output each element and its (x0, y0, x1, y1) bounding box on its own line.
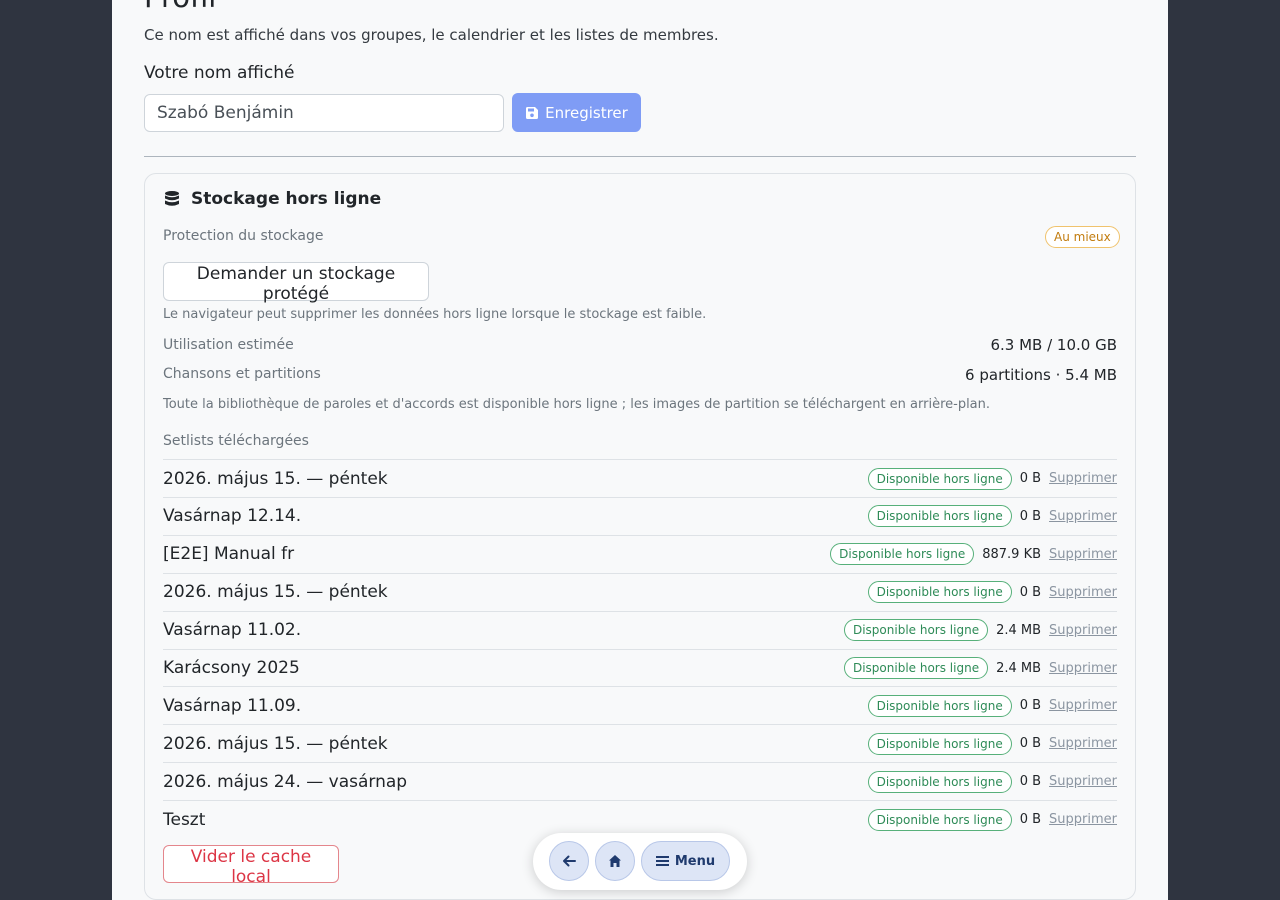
offline-status-badge: Disponible hors ligne (867, 770, 1012, 793)
storage-protection-badge: Au mieux (1045, 226, 1120, 248)
setlist-name: Vasárnap 11.02. (163, 620, 302, 641)
delete-setlist-link[interactable]: Supprimer (1049, 812, 1117, 827)
save-button-label: Enregistrer (545, 103, 628, 122)
songs-label: Chansons et partitions (163, 366, 321, 382)
clear-local-cache-button[interactable]: Vider le cache local (163, 845, 339, 887)
setlist-name: Teszt (163, 809, 206, 830)
setlist-size: 887.9 KB (982, 546, 1042, 562)
setlist-name: 2026. május 15. — péntek (163, 468, 388, 489)
setlist-row: 2026. május 24. — vasárnap Disponible hor… (163, 762, 1117, 800)
menu-icon (655, 856, 669, 866)
setlist-row: Karácsony 2025 Disponible hors ligne 2.4 M… (163, 648, 1117, 687)
request-protected-storage-button[interactable]: Demander un stockage protégé (163, 262, 429, 304)
setlist-size: 0 B (1019, 736, 1042, 752)
setlist-size: 0 B (1019, 471, 1042, 486)
setlist-row: [E2E] Manual fr Disponible hors ligne 887.… (163, 534, 1117, 573)
setlist-name: Karácsony 2025 (163, 658, 300, 678)
library-note: Toute la bibliothèque de paroles et d'ac… (163, 397, 991, 412)
delete-setlist-link[interactable]: Supprimer (1049, 623, 1117, 638)
setlists-label: Setlists téléchargées (163, 433, 309, 449)
setlist-name: [E2E] Manual fr (163, 544, 295, 565)
setlist-size: 0 B (1019, 698, 1042, 714)
home-icon (609, 855, 621, 867)
page-subtitle: Ce nom est affiché dans vos groupes, le … (144, 26, 719, 44)
setlist-row: 2026. május 15. — péntek Disponible hors … (163, 724, 1117, 762)
setlist-row: Vasárnap 11.02. Disponible hors ligne 2.4 … (163, 610, 1117, 649)
setlist-row: 2026. május 15. — péntek Disponible hors … (163, 572, 1117, 611)
save-icon (526, 106, 539, 119)
usage-label: Utilisation estimée (163, 337, 294, 353)
offline-status-badge: Disponible hors ligne (867, 505, 1012, 528)
setlist-size: 0 B (1019, 584, 1042, 600)
database-icon (165, 191, 179, 206)
delete-setlist-link[interactable]: Supprimer (1049, 509, 1117, 524)
setlist-row: Vasárnap 11.09. Disponible hors ligne 0 B S… (163, 686, 1117, 724)
menu-button-label: Menu (674, 853, 716, 869)
setlist-name: 2026. május 15. — péntek (163, 582, 388, 603)
back-button[interactable] (549, 841, 589, 881)
offline-status-badge: Disponible hors ligne (843, 619, 989, 642)
offline-status-badge: Disponible hors ligne (867, 694, 1012, 717)
offline-status-badge: Disponible hors ligne (867, 732, 1012, 755)
setlist-name: 2026. május 24. — vasárnap (163, 771, 408, 792)
delete-setlist-link[interactable]: Supprimer (1049, 661, 1117, 676)
delete-setlist-link[interactable]: Supprimer (1049, 774, 1117, 789)
songs-value: 6 partitions · 5.4 MB (965, 366, 1117, 384)
delete-setlist-link[interactable]: Supprimer (1049, 547, 1117, 562)
home-button[interactable] (595, 841, 635, 881)
section-divider (144, 156, 1136, 157)
delete-setlist-link[interactable]: Supprimer (1049, 471, 1117, 486)
usage-value: 6.3 MB / 10.0 GB (990, 336, 1117, 354)
save-button[interactable]: Enregistrer (512, 93, 641, 132)
display-name-label: Votre nom affiché (144, 63, 295, 83)
setlist-size: 2.4 MB (996, 622, 1042, 638)
setlist-size: 0 B (1019, 508, 1042, 524)
storage-protection-note: Le navigateur peut supprimer les données… (163, 307, 707, 322)
offline-status-badge: Disponible hors ligne (867, 808, 1012, 831)
setlist-size: 0 B (1019, 812, 1042, 828)
setlist-name: Vasárnap 12.14. (163, 506, 302, 527)
page-title: Profil (144, 0, 216, 14)
delete-setlist-link[interactable]: Supprimer (1049, 585, 1117, 600)
offline-status-badge: Disponible hors ligne (867, 467, 1012, 490)
setlist-size: 0 B (1019, 774, 1042, 790)
delete-setlist-link[interactable]: Supprimer (1049, 736, 1117, 751)
bottom-dock: Menu (533, 833, 747, 890)
storage-protection-label: Protection du stockage (163, 228, 324, 244)
delete-setlist-link[interactable]: Supprimer (1049, 698, 1117, 713)
offline-storage-title: Stockage hors ligne (163, 189, 381, 209)
setlist-name: 2026. május 15. — péntek (163, 733, 388, 754)
offline-status-badge: Disponible hors ligne (843, 657, 989, 679)
setlist-size: 2.4 MB (996, 660, 1042, 676)
offline-storage-title-text: Stockage hors ligne (191, 189, 382, 209)
display-name-input[interactable] (144, 94, 504, 132)
arrow-left-icon (563, 855, 576, 867)
menu-button[interactable]: Menu (641, 841, 730, 881)
setlist-row: 2026. május 15. — péntek Disponible hors … (163, 459, 1117, 497)
offline-status-badge: Disponible hors ligne (867, 581, 1012, 604)
setlist-row: Vasárnap 12.14. Disponible hors ligne 0 B S… (163, 496, 1117, 535)
offline-status-badge: Disponible hors ligne (830, 543, 975, 566)
setlist-name: Vasárnap 11.09. (163, 695, 302, 716)
